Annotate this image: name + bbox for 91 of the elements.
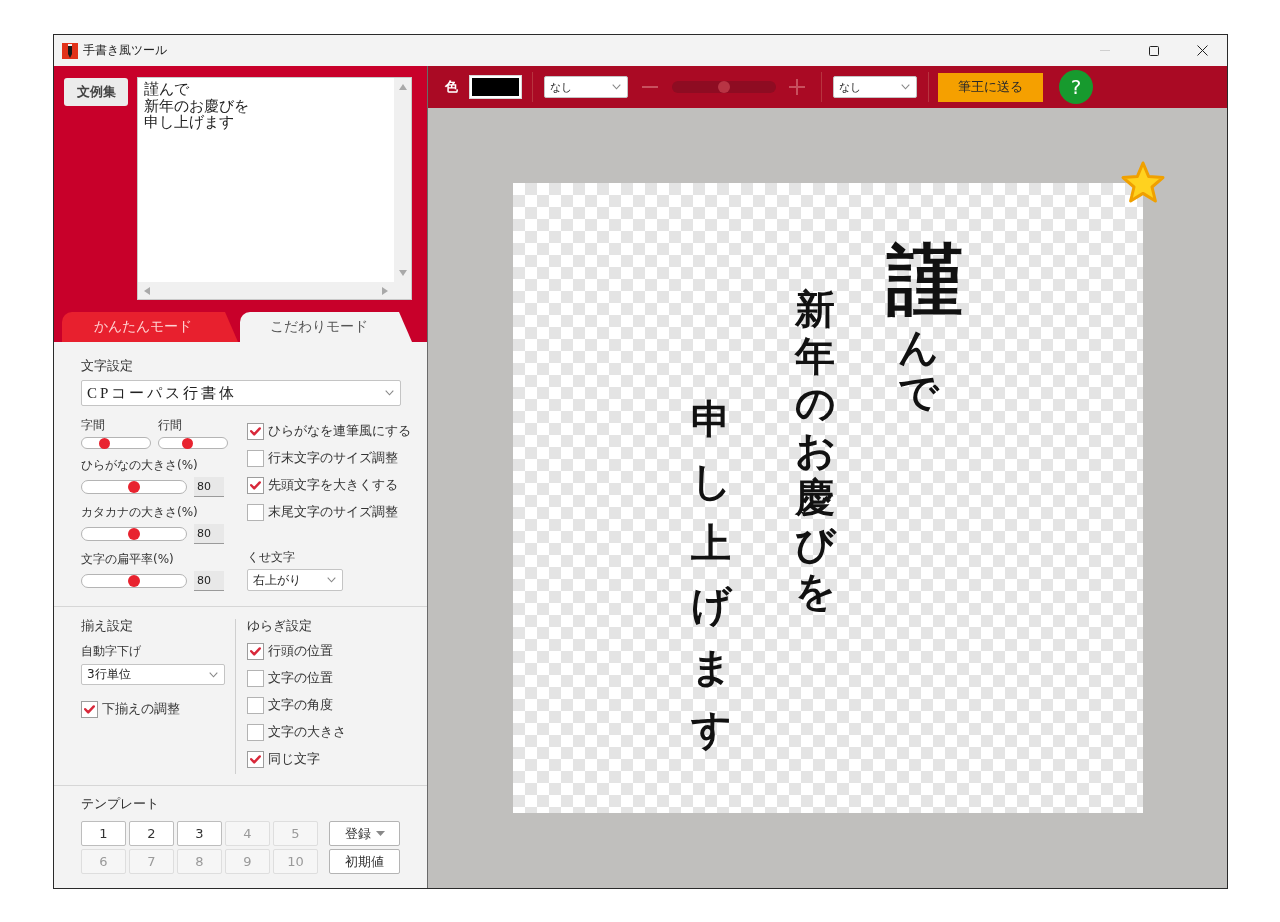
checkbox[interactable] <box>247 643 264 660</box>
text-line: 新年のお慶びを <box>144 97 249 114</box>
checkbox-label: 文字の位置 <box>268 670 333 687</box>
checkmark-icon <box>250 755 261 764</box>
checkbox-label: 行頭の位置 <box>268 643 333 660</box>
checkbox[interactable] <box>247 504 264 521</box>
pencil-app-icon <box>62 42 78 59</box>
window-title: 手書き風ツール <box>83 42 167 59</box>
chevron-down-icon <box>385 390 394 396</box>
slider-thumb[interactable] <box>128 481 140 493</box>
scroll-down-arrow-icon[interactable] <box>398 270 407 276</box>
slider-track[interactable] <box>81 480 187 494</box>
checkbox[interactable] <box>247 450 264 467</box>
checkbox[interactable] <box>247 724 264 741</box>
chevron-down-icon <box>209 671 218 678</box>
chevron-down-icon <box>612 84 621 90</box>
checkbox[interactable] <box>247 477 264 494</box>
checkbox[interactable] <box>247 423 264 440</box>
checkmark-icon <box>250 481 261 490</box>
chevron-down-icon <box>901 84 910 90</box>
checkbox[interactable] <box>247 670 264 687</box>
scroll-up-arrow-icon[interactable] <box>398 84 407 90</box>
toolbar-dropdown[interactable]: なし <box>833 76 917 98</box>
indent-dropdown[interactable]: 3行単位 <box>81 664 225 685</box>
slider-thumb[interactable] <box>128 528 140 540</box>
value-field[interactable]: 80 <box>194 571 224 591</box>
chevron-down-icon <box>327 577 336 583</box>
scroll-right-arrow-icon[interactable] <box>382 286 388 295</box>
caret-down-icon <box>375 831 385 836</box>
template-slot-button[interactable]: 1 <box>81 821 126 846</box>
slider-thumb[interactable] <box>99 437 111 449</box>
calligraphy-text: 申し上げます <box>690 396 731 754</box>
section-title: ゆらぎ設定 <box>247 618 313 634</box>
section-title: 文字設定 <box>81 358 134 374</box>
slider-thumb[interactable] <box>181 437 193 449</box>
text-line: 謹んで <box>144 81 189 98</box>
slider-track[interactable] <box>158 437 228 449</box>
horizontal-scrollbar[interactable] <box>138 282 394 299</box>
plus-icon[interactable] <box>789 79 805 95</box>
examples-button[interactable]: 文例集 <box>64 78 128 106</box>
checkmark-icon <box>250 647 261 656</box>
slider-label: 字間 <box>81 418 106 432</box>
checkbox-label: 同じ文字 <box>268 751 320 768</box>
checkbox-label: 文字の角度 <box>268 697 333 714</box>
star-icon[interactable] <box>1119 160 1166 206</box>
calligraphy-text: 謹んで <box>885 237 964 415</box>
checkmark-icon <box>250 427 261 436</box>
scroll-left-arrow-icon[interactable] <box>144 286 150 295</box>
slider-label: カタカナの大きさ(%) <box>81 505 199 519</box>
value-field[interactable]: 80 <box>194 477 224 497</box>
text-input-field[interactable]: 謹んで 新年のお慶びを 申し上げます <box>137 77 412 300</box>
slider-label: ひらがなの大きさ(%) <box>81 458 199 472</box>
checkbox[interactable] <box>81 701 98 718</box>
close-icon <box>1197 45 1208 56</box>
checkbox-label: ひらがなを連筆風にする <box>268 423 411 440</box>
section-title: テンプレート <box>81 796 160 812</box>
text-line: 申し上げます <box>144 114 234 131</box>
checkbox-label: 先頭文字を大きくする <box>268 477 398 494</box>
toolbar-dropdown[interactable]: なし <box>544 76 628 98</box>
checkmark-icon <box>84 705 95 714</box>
font-dropdown[interactable]: CPコーパス行書体 <box>81 380 401 406</box>
send-button[interactable]: 筆王に送る <box>938 72 1043 102</box>
field-label: 自動字下げ <box>81 644 142 658</box>
register-button[interactable]: 登録 <box>329 821 400 846</box>
slider-label: 文字の扁平率(%) <box>81 552 175 566</box>
color-swatch[interactable] <box>470 76 521 98</box>
slider-thumb[interactable] <box>128 575 140 587</box>
slider-track[interactable] <box>81 574 187 588</box>
vertical-scrollbar[interactable] <box>394 78 411 299</box>
slider-track[interactable] <box>81 527 187 541</box>
template-slot-button[interactable]: 2 <box>129 821 174 846</box>
slider-track[interactable] <box>81 437 151 449</box>
checkbox[interactable] <box>247 697 264 714</box>
slider-label: 行間 <box>158 418 183 432</box>
maximize-icon <box>1148 45 1159 56</box>
section-title: 揃え設定 <box>81 618 134 634</box>
reset-button[interactable]: 初期値 <box>329 849 400 874</box>
minimize-icon <box>1099 50 1110 51</box>
quirk-dropdown[interactable]: 右上がり <box>247 569 343 591</box>
checkbox-label: 文字の大きさ <box>268 724 346 741</box>
help-button[interactable]: ? <box>1059 70 1093 104</box>
checkbox-label: 下揃えの調整 <box>102 701 180 718</box>
checkbox-label: 行末文字のサイズ調整 <box>268 450 398 467</box>
mode-tab[interactable]: こだわりモード <box>240 312 412 342</box>
value-field[interactable]: 80 <box>194 524 224 544</box>
template-slot-button[interactable]: 3 <box>177 821 222 846</box>
calligraphy-text: 新年のお慶びを <box>794 286 835 615</box>
field-label: くせ文字 <box>247 550 296 564</box>
checkbox-label: 末尾文字のサイズ調整 <box>268 504 398 521</box>
checkbox[interactable] <box>247 751 264 768</box>
color-label: 色 <box>445 78 458 96</box>
